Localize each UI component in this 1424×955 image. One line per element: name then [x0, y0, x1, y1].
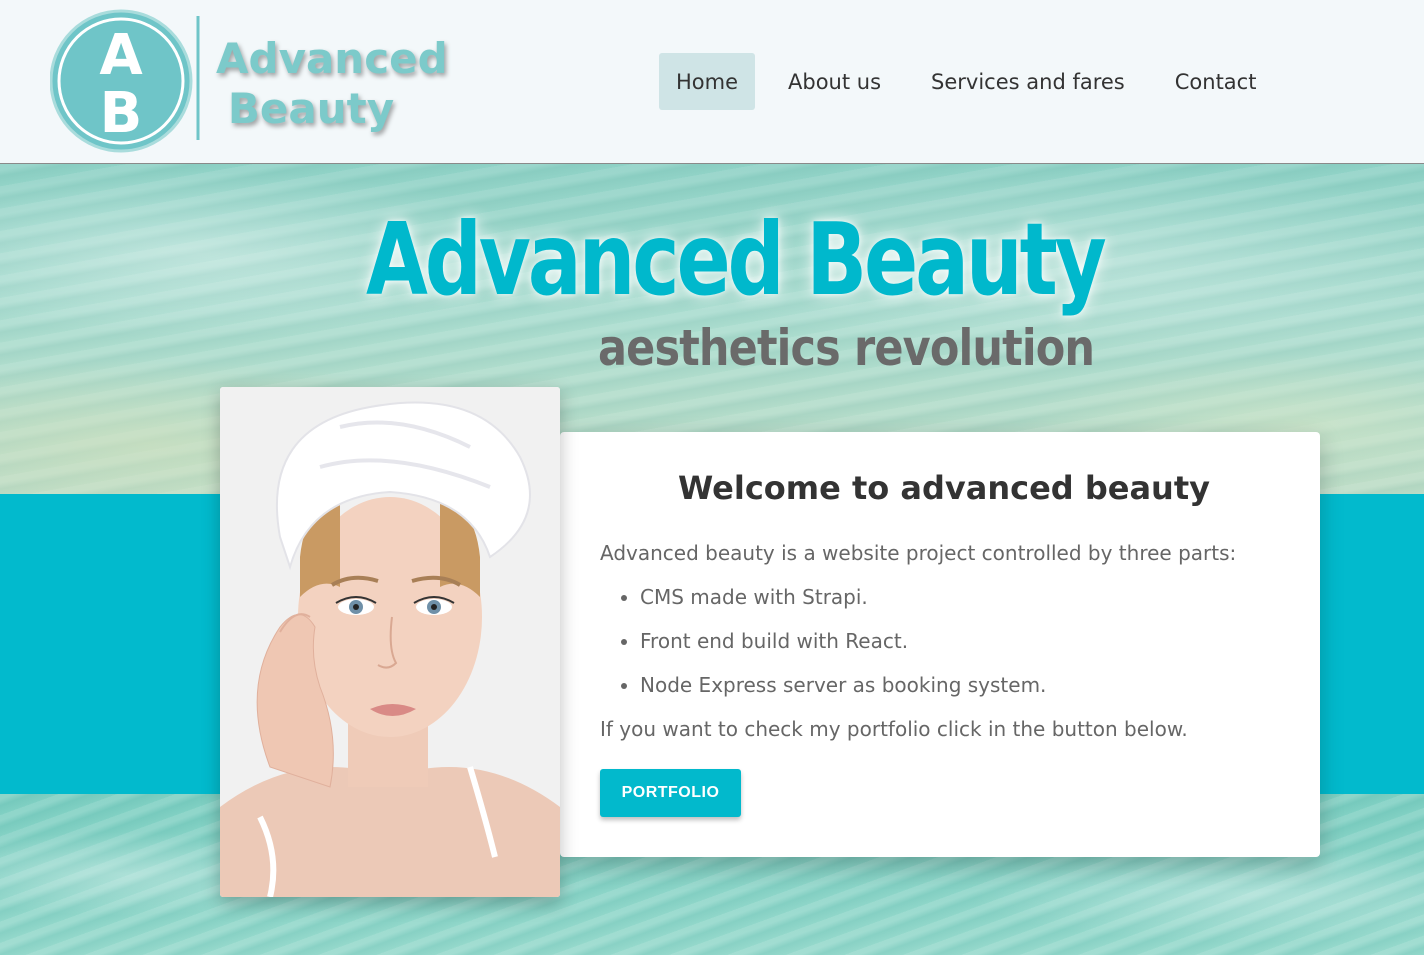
nav-item-services-and-fares[interactable]: Services and fares: [914, 53, 1142, 110]
site-header: A B Advanced Beauty Home About us Servic…: [0, 0, 1424, 164]
welcome-title: Welcome to advanced beauty: [678, 469, 1210, 507]
logo-letter-a: A: [99, 23, 143, 88]
logo-letter-b: B: [100, 81, 143, 146]
logo-monogram-circle: A B: [50, 9, 200, 153]
main-nav: Home About us Services and fares Contact: [659, 53, 1289, 110]
feature-list: CMS made with Strapi. Front end build wi…: [640, 582, 1046, 714]
nav-item-home[interactable]: Home: [659, 53, 756, 110]
logo-wordmark: Advanced Beauty: [216, 34, 448, 134]
site-logo[interactable]: A B Advanced Beauty: [50, 8, 448, 158]
logo-line-1: Advanced: [216, 34, 448, 83]
list-item: Node Express server as booking system.: [640, 670, 1046, 700]
welcome-intro: Advanced beauty is a website project con…: [600, 541, 1237, 565]
list-item: Front end build with React.: [640, 626, 1046, 656]
logo-line-2: Beauty: [227, 84, 395, 133]
hero-subtitle: aesthetics revolution: [598, 319, 1095, 377]
hero-portrait-image: [220, 387, 560, 897]
hero-title: Advanced Beauty: [366, 201, 1107, 318]
nav-item-contact[interactable]: Contact: [1158, 53, 1274, 110]
nav-item-about-us[interactable]: About us: [771, 53, 898, 110]
welcome-card: Welcome to advanced beauty Advanced beau…: [560, 432, 1320, 857]
welcome-outro: If you want to check my portfolio click …: [600, 717, 1188, 741]
portfolio-button[interactable]: PORTFOLIO: [600, 769, 741, 817]
list-item: CMS made with Strapi.: [640, 582, 1046, 612]
